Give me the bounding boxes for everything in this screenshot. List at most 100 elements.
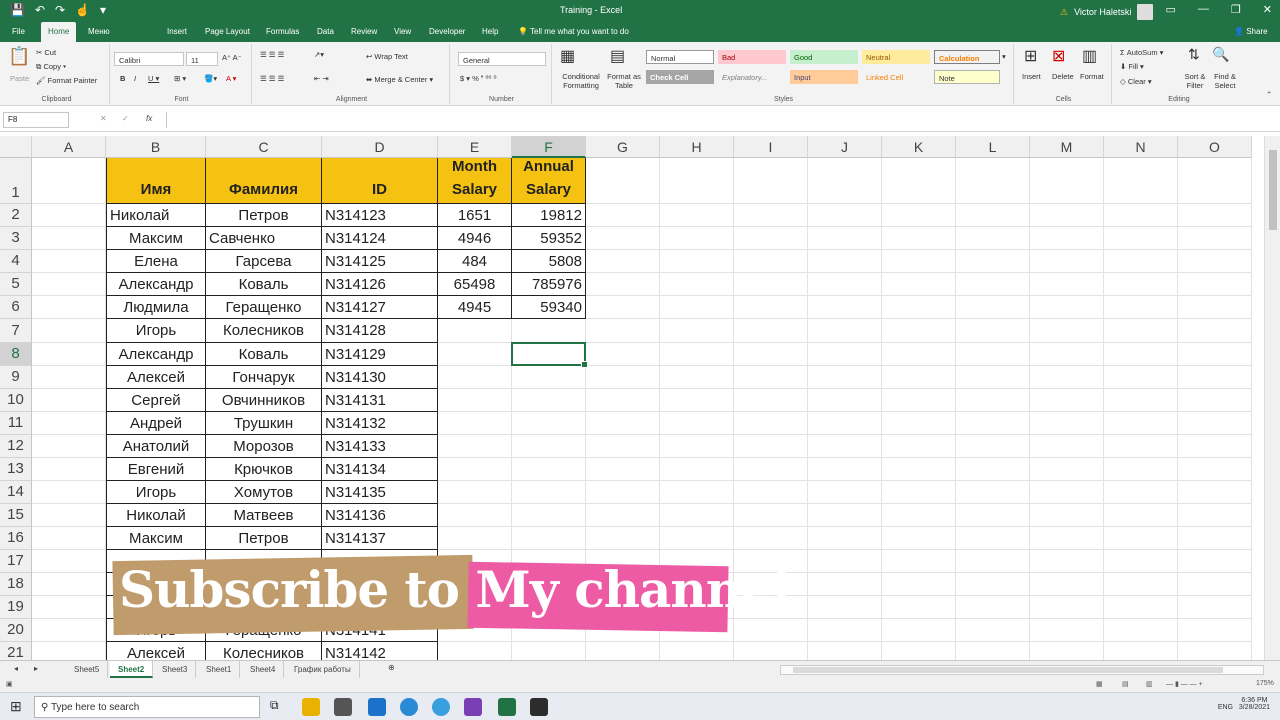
cell[interactable] [586,158,660,204]
cell[interactable] [1104,550,1178,573]
cell[interactable] [1030,412,1104,435]
cell[interactable] [808,412,882,435]
cell[interactable] [956,550,1030,573]
share-button[interactable]: 👤 Share [1234,27,1268,36]
cell[interactable] [808,435,882,458]
cell[interactable] [1178,481,1252,504]
cell[interactable] [734,619,808,642]
cell[interactable] [32,504,106,527]
column-header-a[interactable]: A [32,136,106,158]
header-cell-b[interactable]: Имя [106,158,206,204]
cell[interactable] [32,389,106,412]
wrap-text-button[interactable]: ↩ Wrap Text [366,52,408,61]
cell[interactable] [438,389,512,412]
cell[interactable] [1104,343,1178,366]
cell[interactable] [1104,366,1178,389]
row-header-18[interactable]: 18 [0,573,32,596]
close-icon[interactable]: ✕ [1263,3,1272,16]
cell[interactable] [1178,389,1252,412]
cell[interactable] [956,343,1030,366]
cell[interactable] [586,273,660,296]
cell[interactable] [956,573,1030,596]
cell[interactable] [956,619,1030,642]
cell[interactable] [438,435,512,458]
cell[interactable] [660,458,734,481]
cell-e3[interactable]: 4946 [438,227,512,250]
cell-c2[interactable]: Петров [206,204,322,227]
avatar[interactable] [1137,4,1154,20]
sheet-nav-next-icon[interactable]: ▸ [34,664,38,673]
row-header-8[interactable]: 8 [0,343,32,366]
cell[interactable] [1104,619,1178,642]
cell[interactable] [512,481,586,504]
font-name-select[interactable]: Calibri [114,52,184,66]
cell[interactable] [1178,458,1252,481]
column-header-g[interactable]: G [586,136,660,158]
cell-b15[interactable]: Николай [106,504,206,527]
cell[interactable] [882,227,956,250]
cell[interactable] [1030,273,1104,296]
minimize-icon[interactable]: — [1198,3,1209,16]
redo-icon[interactable]: ↷ [55,3,65,17]
copy-button[interactable]: ⧉ Copy ▾ [36,62,66,72]
row-header-16[interactable]: 16 [0,527,32,550]
style-calculation[interactable]: Calculation [934,50,1000,64]
font-color-icon[interactable]: A ▾ [226,74,236,83]
cell[interactable] [956,227,1030,250]
cell[interactable] [1178,619,1252,642]
cell[interactable] [882,343,956,366]
format-as-table-button[interactable]: Format as Table [604,72,644,90]
cell-b16[interactable]: Максим [106,527,206,550]
cell-d15[interactable]: N314136 [322,504,438,527]
cell[interactable] [956,296,1030,319]
zoom-level[interactable]: 175% [1256,680,1274,687]
cell[interactable] [1104,227,1178,250]
column-header-k[interactable]: K [882,136,956,158]
cell[interactable] [512,527,586,550]
cell[interactable] [32,619,106,642]
edge-icon[interactable] [400,698,418,716]
column-header-m[interactable]: M [1030,136,1104,158]
row-header-15[interactable]: 15 [0,504,32,527]
cell[interactable] [1104,389,1178,412]
cell[interactable] [660,389,734,412]
cell[interactable] [1178,366,1252,389]
row-header-5[interactable]: 5 [0,273,32,296]
cell[interactable] [586,227,660,250]
cell[interactable] [956,412,1030,435]
cell[interactable] [734,412,808,435]
cell[interactable] [1104,435,1178,458]
insert-cells-icon[interactable]: ⊞ [1024,46,1037,66]
style-neutral[interactable]: Neutral [862,50,930,64]
cell[interactable] [882,527,956,550]
merge-center-button[interactable]: ⬌ Merge & Center ▾ [366,75,433,84]
cell[interactable] [1104,504,1178,527]
cell[interactable] [586,296,660,319]
cell[interactable] [512,642,586,660]
cell[interactable] [586,504,660,527]
cell-c8[interactable]: Коваль [206,343,322,366]
cell-c15[interactable]: Матвеев [206,504,322,527]
clear-button[interactable]: ◇ Clear ▾ [1120,77,1152,86]
cell[interactable] [660,250,734,273]
fill-color-icon[interactable]: 🪣▾ [204,74,217,83]
cell[interactable] [808,458,882,481]
row-header-3[interactable]: 3 [0,227,32,250]
collapse-ribbon-icon[interactable]: ⌃ [1266,90,1272,99]
cell-b11[interactable]: Андрей [106,412,206,435]
page-break-view-icon[interactable]: ▥ [1146,680,1153,688]
cell[interactable] [32,227,106,250]
sheet-tab-5[interactable]: График работы [286,661,360,678]
ribbon-display-icon[interactable]: ▭ [1166,3,1176,16]
column-header-b[interactable]: B [106,136,206,158]
cell-d13[interactable]: N314134 [322,458,438,481]
cell-c13[interactable]: Крючков [206,458,322,481]
cell-b12[interactable]: Анатолий [106,435,206,458]
sheet-tab-3[interactable]: Sheet1 [198,661,241,678]
cell-e6[interactable]: 4945 [438,296,512,319]
delete-cells-icon[interactable]: ⊠ [1052,46,1065,66]
cell[interactable] [1030,527,1104,550]
cancel-icon[interactable]: ✕ [100,114,107,123]
align-top-icons[interactable]: ☰ ☰ ☰ [260,50,284,59]
indent-icons[interactable]: ⇤ ⇥ [314,74,329,83]
